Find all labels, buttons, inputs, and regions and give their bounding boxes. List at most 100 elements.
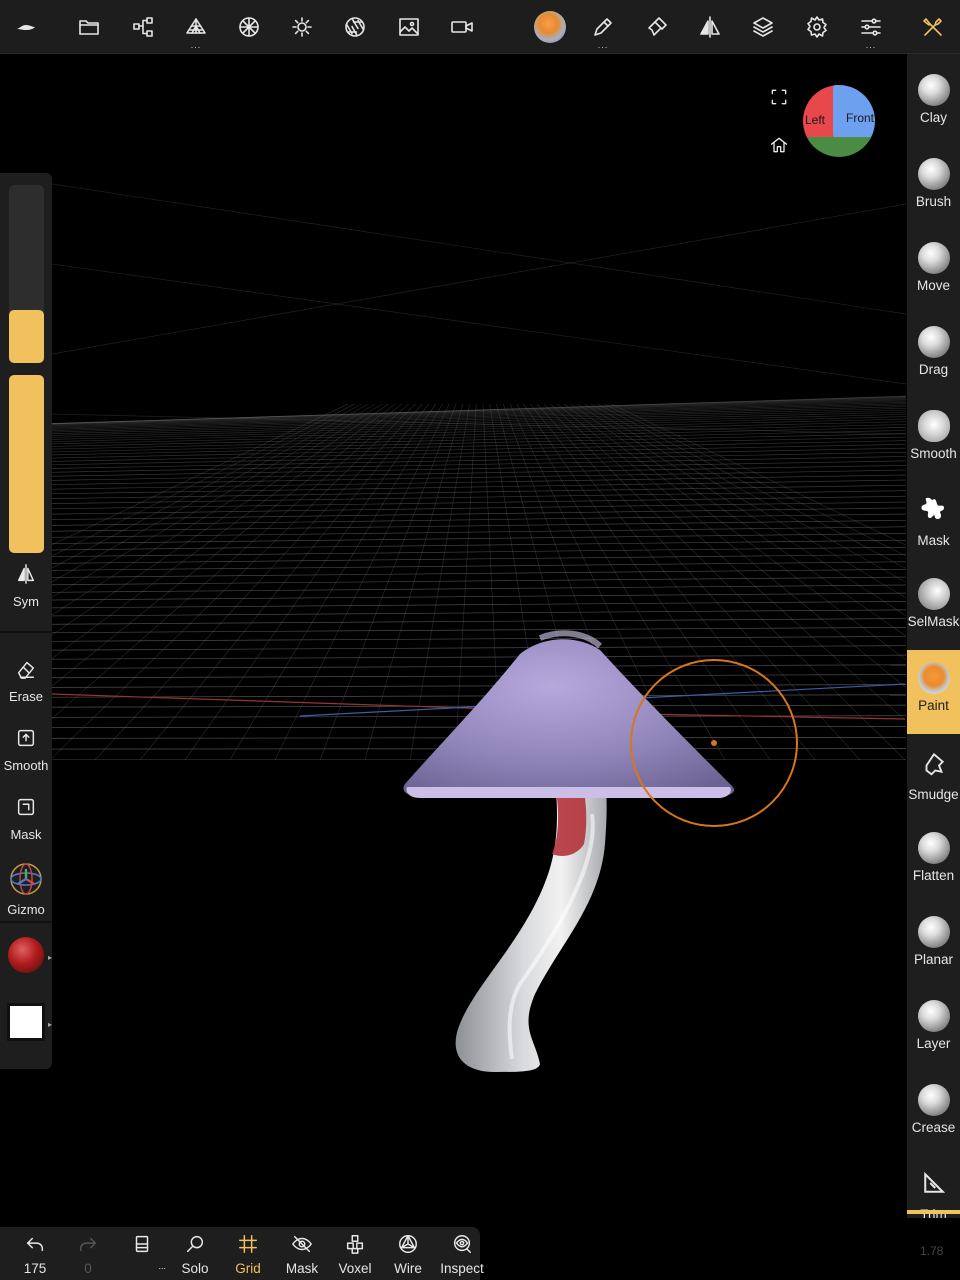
voxel-cubes-icon xyxy=(346,1235,364,1254)
more-dots: ... xyxy=(190,40,202,50)
brush-panel: Clay Brush Move Drag Smooth Mask SelMask… xyxy=(907,54,960,1218)
undo-count: 175 xyxy=(23,1261,47,1276)
gizmo-button[interactable]: Gizmo xyxy=(0,861,52,917)
grid-line xyxy=(52,519,906,532)
sym-label: Sym xyxy=(13,594,39,609)
frame-view-icon[interactable] xyxy=(765,83,793,111)
brush-planar[interactable]: Planar xyxy=(907,916,960,984)
tools-icon[interactable] xyxy=(913,8,953,46)
brush-layer[interactable]: Layer xyxy=(907,1000,960,1068)
symmetry-icon[interactable] xyxy=(690,8,730,46)
swatch-expand-arrow-icon: ▸ xyxy=(48,1020,53,1029)
crease-icon xyxy=(917,1084,950,1116)
brush-label: Smooth xyxy=(910,446,957,461)
grid-label: Grid xyxy=(235,1261,261,1276)
aperture-icon[interactable] xyxy=(335,8,375,46)
layers-icon[interactable] xyxy=(743,8,783,46)
home-icon[interactable] xyxy=(765,131,793,159)
cap-rim xyxy=(406,787,731,798)
brush-label: Flatten xyxy=(912,868,955,883)
redo-count: 0 xyxy=(84,1261,92,1276)
mushroom-cap xyxy=(403,639,735,796)
brush-smooth[interactable]: Smooth xyxy=(907,410,960,478)
grid-line xyxy=(52,568,906,578)
navcube-left-label: Left xyxy=(805,113,826,127)
grid-line xyxy=(52,526,906,538)
nomad-logo-icon[interactable] xyxy=(6,8,46,46)
brush-settings-icon[interactable] xyxy=(637,8,677,46)
scene-graph-icon[interactable] xyxy=(123,8,163,46)
brush-move[interactable]: Move xyxy=(907,242,960,310)
secondary-color-button[interactable] xyxy=(0,1003,52,1041)
paint-color-swatch-button[interactable] xyxy=(0,937,52,973)
planar-icon xyxy=(917,916,950,948)
brush-label: Clay xyxy=(919,110,947,125)
scene-render xyxy=(0,183,960,1226)
stroke-pen-icon[interactable]: ... xyxy=(583,8,623,50)
grid-line xyxy=(52,694,906,698)
folder-icon[interactable] xyxy=(69,8,109,46)
grid-icon xyxy=(239,1235,257,1253)
smudge-icon xyxy=(907,748,960,783)
mask-visibility-button[interactable]: Mask xyxy=(276,1233,328,1276)
intensity-slider[interactable] xyxy=(9,375,44,553)
sliders-icon[interactable]: ... xyxy=(851,8,891,50)
more-dots: ... xyxy=(597,40,609,50)
trim-icon xyxy=(907,1168,960,1203)
camera-icon[interactable] xyxy=(442,8,482,46)
gizmo-label: Gizmo xyxy=(7,902,45,917)
brush-label: Crease xyxy=(911,1120,956,1135)
mask-toggle-button[interactable]: Mask xyxy=(0,796,52,842)
brush-brush[interactable]: Brush xyxy=(907,158,960,226)
smooth-square-icon xyxy=(17,729,35,747)
paint-material-swatch xyxy=(534,11,566,43)
brush-crease[interactable]: Crease xyxy=(907,1084,960,1152)
brush-drag[interactable]: Drag xyxy=(907,326,960,394)
radius-slider[interactable] xyxy=(9,185,44,363)
smooth-toggle-button[interactable]: Smooth xyxy=(0,727,52,773)
brush-mask[interactable]: Mask xyxy=(907,494,960,566)
topology-icon[interactable]: ... xyxy=(176,8,216,50)
grid-line xyxy=(52,674,906,679)
grid-line xyxy=(52,584,906,593)
3d-viewport[interactable] xyxy=(0,54,960,1226)
grid-line xyxy=(52,501,906,515)
grid-line xyxy=(52,465,906,481)
brush-smudge[interactable]: Smudge xyxy=(907,748,960,816)
brush-sphere-icon xyxy=(917,158,950,190)
solo-label: Solo xyxy=(181,1261,209,1276)
erase-button[interactable]: Erase xyxy=(0,658,52,704)
light-icon[interactable] xyxy=(282,8,322,46)
brush-label: Mask xyxy=(917,533,950,548)
background-image-icon[interactable] xyxy=(389,8,429,46)
voxel-button[interactable]: Voxel xyxy=(329,1233,381,1276)
brush-flatten[interactable]: Flatten xyxy=(907,832,960,900)
more-options-button[interactable]: ... xyxy=(116,1233,168,1271)
settings-icon[interactable] xyxy=(797,8,837,46)
brush-cursor-center xyxy=(711,740,717,746)
mask-splat-icon xyxy=(907,494,960,529)
panel-divider xyxy=(0,631,52,633)
undo-button[interactable]: 175 xyxy=(9,1233,61,1276)
material-sphere-icon[interactable] xyxy=(229,8,269,46)
solo-button[interactable]: Solo xyxy=(169,1233,221,1276)
inspect-label: Inspect xyxy=(440,1261,484,1276)
paint-material-icon[interactable] xyxy=(530,8,570,46)
navcube-bottom-face[interactable] xyxy=(803,137,875,157)
redo-button[interactable]: 0 xyxy=(62,1233,114,1276)
brush-selmask[interactable]: SelMask xyxy=(907,578,960,646)
paint-icon xyxy=(917,662,950,694)
brush-clay[interactable]: Clay xyxy=(907,74,960,142)
symmetry-button[interactable]: Sym xyxy=(0,563,52,609)
inspect-button[interactable]: Inspect xyxy=(436,1233,488,1276)
grid-line xyxy=(52,460,906,477)
wireframe-button[interactable]: Wire xyxy=(382,1233,434,1276)
navigation-cube[interactable]: Left Front xyxy=(803,85,875,157)
grid-line xyxy=(52,627,906,634)
grid-toggle-button[interactable]: Grid xyxy=(222,1233,274,1276)
grid-line xyxy=(52,183,906,315)
search-icon xyxy=(186,1235,204,1253)
drag-icon xyxy=(917,326,950,358)
grid-line xyxy=(52,645,906,651)
brush-paint[interactable]: Paint xyxy=(907,650,960,734)
